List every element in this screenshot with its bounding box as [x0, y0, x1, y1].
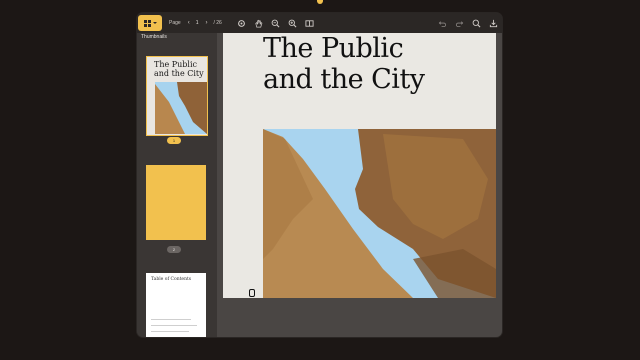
zoom-out-icon: [271, 19, 279, 27]
hand-icon: [254, 19, 262, 27]
pdf-viewer-window: Page ‹ 1 › / 26 Thumbnails The Public an…: [137, 13, 502, 337]
document-title: The Public and the City: [263, 33, 438, 95]
toc-line: [151, 319, 191, 320]
zoom-out-button[interactable]: [268, 16, 282, 30]
document-viewport[interactable]: The Public and the City: [217, 33, 502, 337]
document-page: The Public and the City: [223, 33, 496, 298]
page-label: Page: [169, 20, 181, 26]
redo-icon: [455, 20, 463, 27]
thumbnail-page-2[interactable]: [146, 165, 206, 240]
thumbnails-sidebar: Thumbnails The Public and the City 1 2 T…: [137, 33, 217, 337]
next-page-button[interactable]: ›: [205, 20, 207, 26]
search-button[interactable]: [469, 16, 483, 30]
prev-page-button[interactable]: ‹: [188, 20, 190, 26]
thumbnail-page-3[interactable]: Table of Contents: [146, 273, 206, 337]
toolbar: Page ‹ 1 › / 26: [137, 13, 502, 33]
thumbnail-label-1: 1: [167, 137, 181, 144]
toc-line: [151, 325, 197, 326]
page-total: / 26: [213, 20, 222, 26]
cover-photo: [263, 129, 496, 298]
page-layout-button[interactable]: [302, 16, 316, 30]
zoom-in-icon: [288, 19, 296, 27]
download-icon: [489, 19, 497, 27]
undo-button[interactable]: [435, 16, 449, 30]
page-number-input[interactable]: 1: [196, 20, 199, 26]
thumbnail-photo: [155, 82, 207, 134]
redo-button[interactable]: [452, 16, 466, 30]
search-icon: [472, 19, 480, 27]
pan-tool-button[interactable]: [251, 16, 265, 30]
thumbnail-title: The Public and the City: [154, 60, 204, 78]
sidebar-title: Thumbnails: [141, 34, 167, 40]
gear-icon: [237, 19, 245, 27]
document-title-text: The Public and the City: [263, 33, 425, 95]
thumbnail-toc-title: Table of Contents: [151, 277, 192, 282]
notch-indicator: [317, 0, 323, 4]
thumbnail-label-2: 2: [167, 246, 181, 253]
thumbnail-page-1[interactable]: The Public and the City: [146, 56, 208, 136]
sidebar-toggle-button[interactable]: [138, 15, 162, 31]
download-button[interactable]: [486, 16, 500, 30]
toc-line: [151, 331, 189, 332]
undo-icon: [438, 20, 446, 27]
two-page-icon: [304, 19, 314, 27]
chevron-down-icon: [152, 22, 157, 24]
page-marker: [249, 289, 255, 297]
grid-icon: [143, 19, 151, 27]
settings-button[interactable]: [234, 16, 248, 30]
zoom-in-button[interactable]: [285, 16, 299, 30]
